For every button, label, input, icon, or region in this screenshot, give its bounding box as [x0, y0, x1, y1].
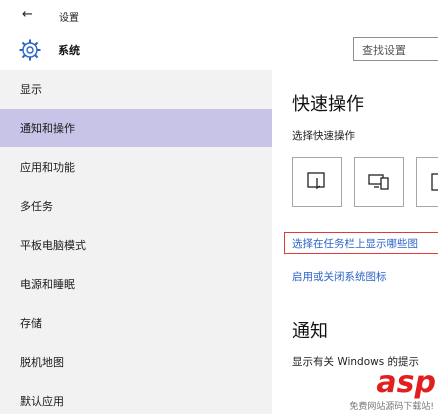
sidebar-item-label: 平板电脑模式	[20, 239, 86, 252]
gear-icon	[19, 39, 41, 61]
sidebar-item-power[interactable]: 电源和睡眠	[0, 265, 272, 303]
search-input[interactable]: 查找设置	[353, 37, 438, 61]
sidebar-item-label: 默认应用	[20, 395, 64, 408]
sidebar-item-label: 电源和睡眠	[20, 278, 75, 291]
quick-action-tile-2[interactable]	[354, 157, 404, 207]
notifications-heading: 通知	[292, 321, 328, 342]
sidebar-item-label: 应用和功能	[20, 161, 75, 174]
sidebar-item-multitasking[interactable]: 多任务	[0, 187, 272, 225]
taskbar-icons-link[interactable]: 选择在任务栏上显示哪些图	[292, 236, 418, 251]
header: 系统 查找设置	[0, 32, 438, 70]
choose-quick-actions-label: 选择快速操作	[292, 130, 355, 142]
sidebar-item-label: 脱机地图	[20, 356, 64, 369]
sidebar-item-offline-maps[interactable]: 脱机地图	[0, 343, 272, 381]
connect-device-icon	[368, 174, 389, 190]
section-title: 系统	[58, 44, 80, 57]
sidebar-item-default-apps[interactable]: 默认应用	[0, 382, 272, 420]
sidebar-item-storage[interactable]: 存储	[0, 304, 272, 342]
sidebar-item-label: 通知和操作	[20, 122, 75, 135]
sidebar-item-display[interactable]: 显示	[0, 70, 272, 108]
title-bar: ← 设置	[0, 0, 438, 32]
main-panel: 快速操作 选择快速操作 选择在任务栏上显示哪些图 启用或关闭系统图标 通知 显示…	[272, 70, 438, 414]
sidebar-item-label: 存储	[20, 317, 42, 330]
sidebar-item-notifications[interactable]: 通知和操作	[0, 109, 272, 147]
quick-action-tile-3[interactable]	[416, 157, 438, 207]
note-icon	[431, 173, 438, 191]
search-placeholder: 查找设置	[362, 44, 406, 57]
sidebar-item-label: 显示	[20, 83, 42, 96]
watermark-logo: asp	[376, 365, 436, 400]
sidebar-item-apps[interactable]: 应用和功能	[0, 148, 272, 186]
system-icons-link[interactable]: 启用或关闭系统图标	[292, 269, 387, 284]
watermark-tagline: 免费网站源码下载站!	[349, 402, 434, 412]
tablet-touch-icon	[307, 172, 325, 190]
sidebar-item-label: 多任务	[20, 200, 53, 213]
quick-actions-heading: 快速操作	[292, 94, 364, 115]
back-arrow-icon[interactable]: ←	[22, 7, 33, 22]
app-title: 设置	[59, 13, 79, 24]
sidebar-item-tablet-mode[interactable]: 平板电脑模式	[0, 226, 272, 264]
quick-action-tile-1[interactable]	[292, 157, 342, 207]
sidebar: 显示 通知和操作 应用和功能 多任务 平板电脑模式 电源和睡眠 存储 脱机地图 …	[0, 70, 272, 414]
